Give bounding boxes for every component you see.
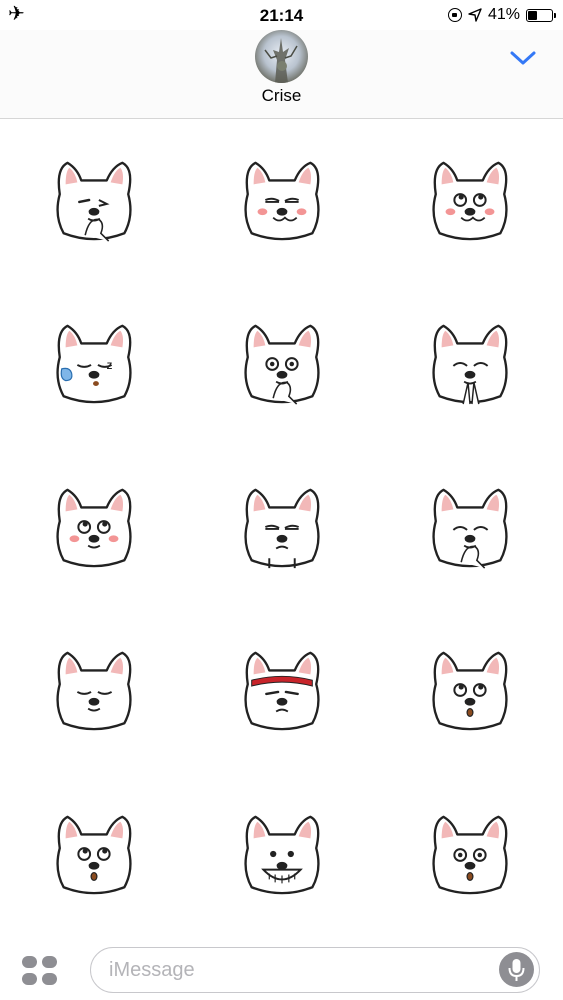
dog-sticker-icon: [244, 815, 320, 895]
sticker[interactable]: Z: [0, 282, 188, 445]
contact-avatar[interactable]: [255, 30, 308, 83]
chevron-down-icon[interactable]: [509, 48, 537, 68]
conversation-header: Crise: [0, 30, 563, 119]
dog-sticker-icon: [432, 815, 508, 895]
sticker[interactable]: [376, 282, 563, 445]
dog-sticker-icon: [244, 324, 320, 405]
dog-sticker-icon: [432, 651, 508, 731]
dog-sticker-icon: [432, 161, 508, 240]
sticker[interactable]: [376, 772, 563, 935]
sticker[interactable]: [0, 445, 188, 608]
avatar-photo: [264, 38, 298, 83]
status-bar: ✈ 21:14 41%: [0, 0, 563, 30]
sticker[interactable]: [188, 445, 376, 608]
message-input[interactable]: iMessage: [90, 947, 540, 993]
sticker[interactable]: [376, 609, 563, 772]
app-drawer-button[interactable]: [22, 956, 58, 986]
app-drawer-icon: [22, 956, 37, 968]
battery-percent: 41%: [487, 6, 520, 23]
dog-sticker-icon: [244, 161, 320, 240]
contact-name[interactable]: Crise: [0, 86, 563, 106]
sticker[interactable]: [188, 609, 376, 772]
sticker[interactable]: [0, 118, 188, 281]
sticker[interactable]: [376, 445, 563, 608]
message-placeholder: iMessage: [109, 959, 195, 981]
sticker[interactable]: [188, 118, 376, 281]
dog-sticker-icon: [56, 161, 132, 242]
sticker[interactable]: [0, 772, 188, 935]
microphone-icon: [508, 959, 525, 981]
dog-sticker-icon: [56, 651, 132, 731]
rotation-lock-icon: [447, 8, 462, 22]
status-right: 41%: [447, 6, 556, 24]
app-drawer-icon-dot: [42, 956, 57, 968]
sticker[interactable]: [376, 118, 563, 281]
sticker[interactable]: [188, 772, 376, 935]
microphone-button[interactable]: [499, 952, 534, 987]
dog-sticker-icon: [56, 488, 132, 567]
sticker[interactable]: [0, 609, 188, 772]
dog-sticker-icon: [56, 815, 132, 895]
sticker[interactable]: [188, 282, 376, 445]
battery-level: [528, 10, 538, 20]
sticker-grid: Z: [0, 118, 563, 936]
app-drawer-icon-dot: [22, 973, 37, 985]
app-drawer-icon-dot: [42, 973, 57, 985]
dog-sticker-icon: [244, 651, 320, 731]
battery-icon: [526, 8, 556, 22]
dog-sticker-icon: [432, 488, 508, 569]
dog-sticker-icon: Z: [56, 324, 132, 404]
location-icon: [468, 8, 482, 22]
dog-sticker-icon: [244, 488, 320, 568]
composer-bar: iMessage: [0, 936, 563, 1000]
dog-sticker-icon: [432, 324, 508, 405]
